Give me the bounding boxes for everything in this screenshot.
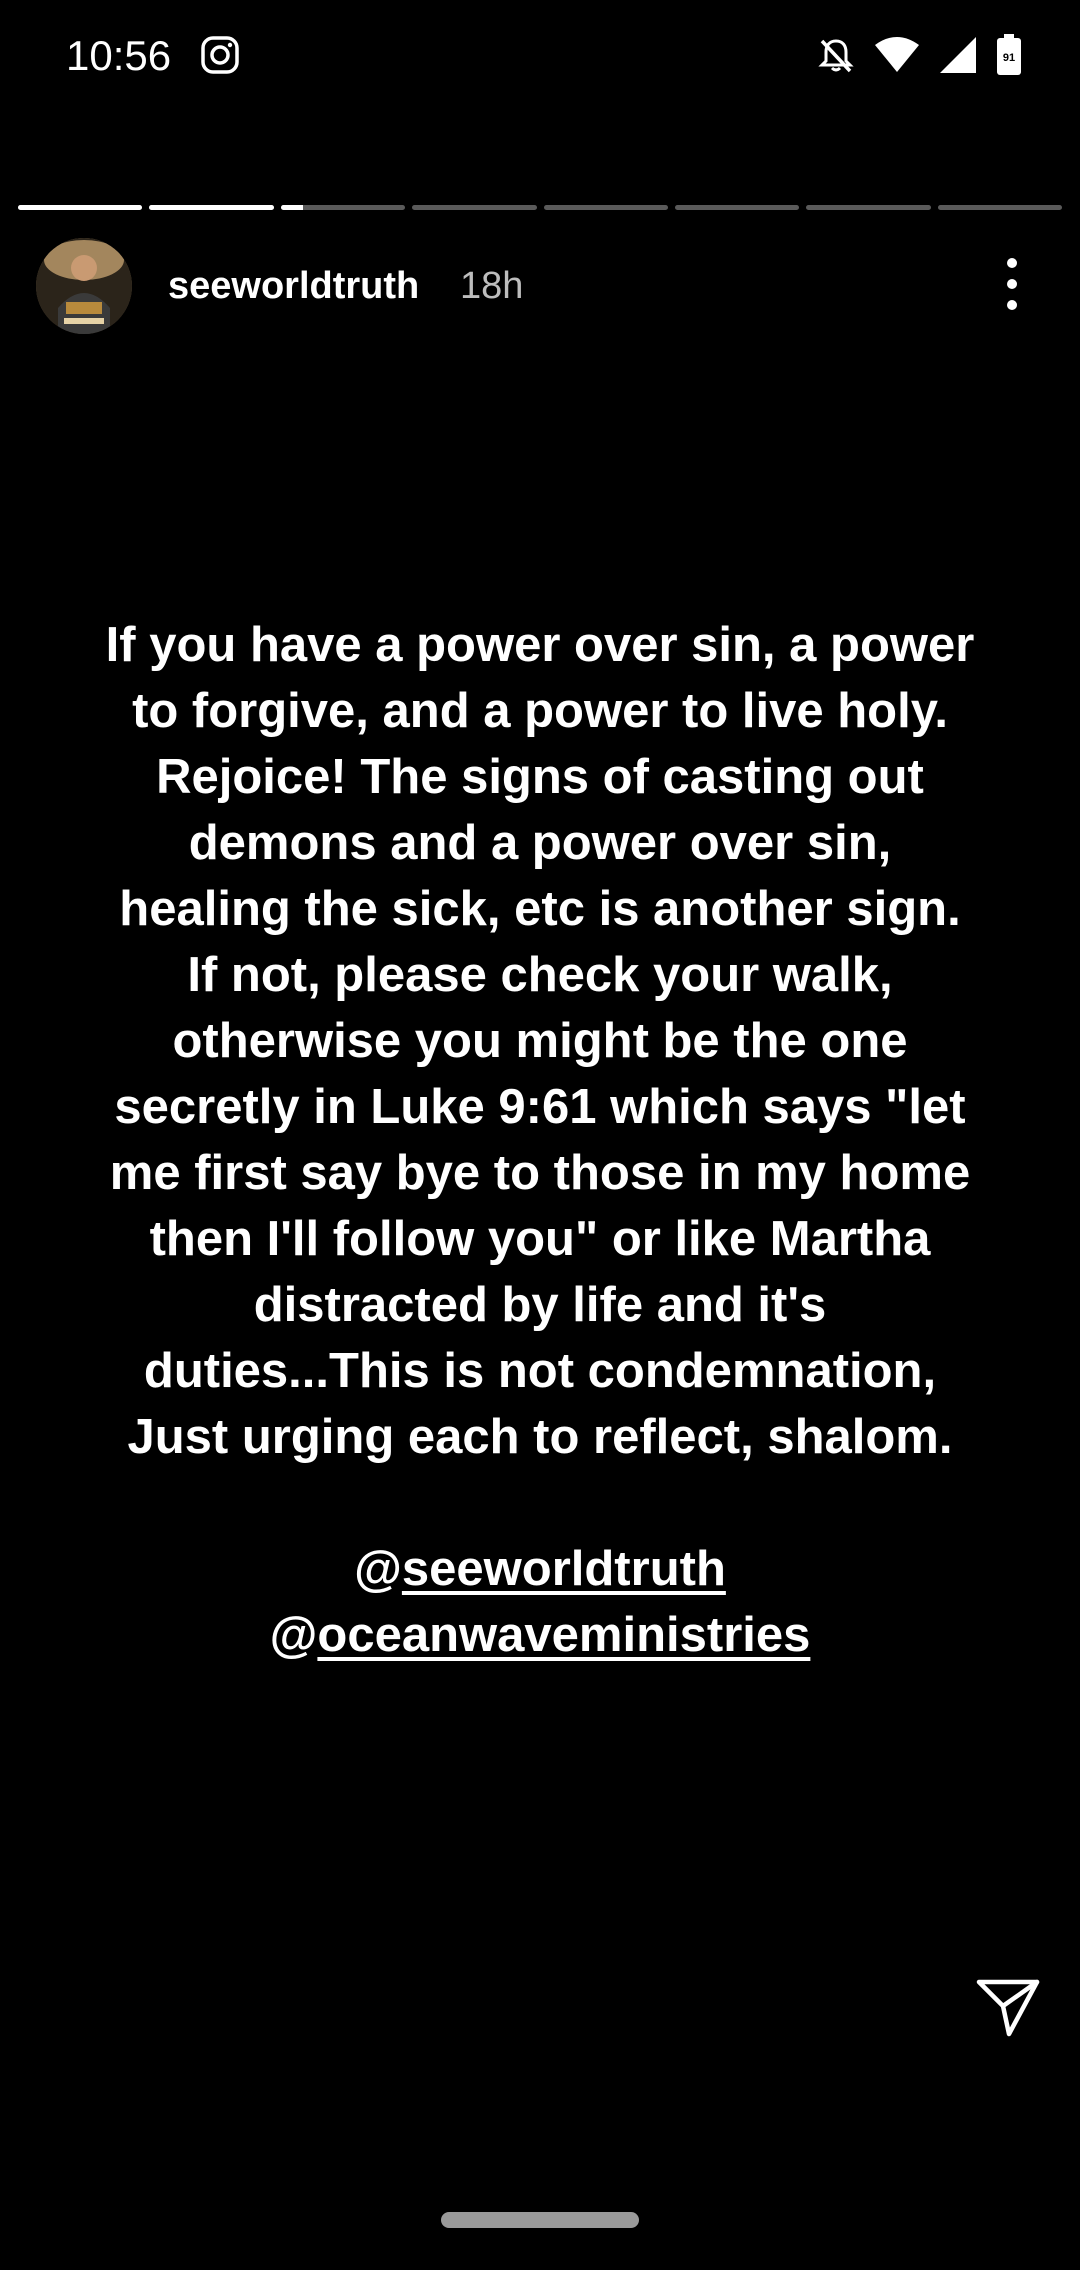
more-vertical-icon: [1007, 258, 1017, 268]
mention-handle: oceanwaveministries: [317, 1608, 811, 1662]
mention-seeworldtruth[interactable]: @seeworldtruth: [40, 1536, 1040, 1602]
avatar-image: [36, 238, 132, 334]
username[interactable]: seeworldtruth: [168, 260, 419, 312]
progress-segment: [806, 205, 931, 210]
more-options-button[interactable]: [992, 252, 1032, 316]
mention-at: @: [354, 1542, 402, 1596]
progress-segment: [674, 205, 800, 210]
home-indicator[interactable]: [441, 2212, 639, 2228]
progress-segment: [937, 205, 1062, 210]
progress-segment: [412, 205, 537, 210]
battery-icon: 91: [997, 34, 1021, 75]
timestamp: 18h: [460, 265, 524, 307]
cellular-signal-icon: [940, 37, 976, 73]
mention-at: @: [269, 1608, 318, 1662]
progress-segment: [18, 205, 143, 210]
more-dot-bottom: [1007, 300, 1017, 310]
send-icon[interactable]: [975, 1978, 1041, 2038]
battery-level: 91: [1003, 52, 1015, 64]
progress-segment: [280, 205, 406, 210]
avatar[interactable]: [36, 238, 132, 334]
status-icons: 91: [816, 30, 1022, 80]
wifi-icon: [875, 37, 919, 72]
progress-segment-fill: [18, 205, 143, 210]
mention-handle: seeworldtruth: [401, 1542, 726, 1596]
progress-segment-fill: [149, 205, 274, 210]
more-dot-middle: [1007, 279, 1017, 289]
mentions: @seeworldtruth @oceanwaveministries: [40, 1536, 1040, 1668]
notifications-off-icon: [818, 39, 854, 73]
progress-segment: [543, 205, 668, 210]
status-time: 10:56: [66, 32, 172, 79]
mention-oceanwaveministries[interactable]: @oceanwaveministries: [40, 1602, 1040, 1668]
story-progress: [18, 205, 1062, 210]
instagram-icon: [201, 36, 239, 74]
progress-segment-fill: [280, 205, 304, 210]
story-text: If you have a power over sin, a power to…: [105, 618, 975, 1464]
status-bar: 10:56 91: [0, 0, 1080, 112]
story-header: seeworldtruth 18h: [0, 230, 1080, 340]
progress-segment: [149, 205, 274, 210]
